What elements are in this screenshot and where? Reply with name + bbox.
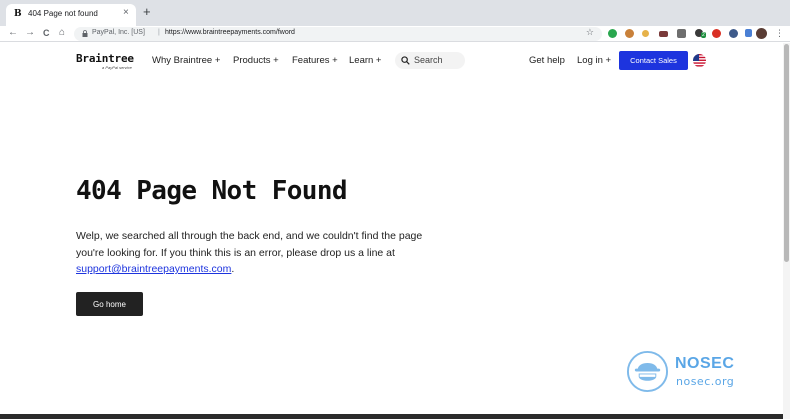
- nav-why-braintree[interactable]: Why Braintree +: [152, 55, 220, 66]
- search-icon: [401, 56, 410, 65]
- watermark-title: NOSEC: [675, 355, 735, 372]
- logo-subtitle: a PayPal service: [102, 65, 132, 70]
- sentence-end: .: [231, 263, 235, 275]
- browser-tab[interactable]: B 404 Page not found ×: [6, 4, 136, 26]
- error-message: Welp, we searched all through the back e…: [76, 228, 456, 278]
- block-extension-icon[interactable]: [712, 29, 721, 38]
- log-in-link[interactable]: Log in +: [577, 55, 611, 66]
- bookmark-star-icon[interactable]: ☆: [586, 27, 594, 38]
- forward-arrow-icon[interactable]: →: [25, 27, 35, 39]
- site-identity: PayPal, Inc. [US]: [92, 29, 145, 36]
- home-icon[interactable]: ⌂: [59, 27, 65, 39]
- honey-extension-icon[interactable]: [642, 30, 649, 37]
- url-separator: |: [158, 29, 160, 36]
- nav-learn[interactable]: Learn +: [349, 55, 382, 66]
- message-line: Welp, we searched all through the back e…: [76, 230, 423, 242]
- nosec-logo-icon: [626, 350, 669, 393]
- url-text[interactable]: https://www.braintreepayments.com/fword: [165, 29, 295, 36]
- close-tab-icon[interactable]: ×: [123, 7, 129, 18]
- profile-avatar[interactable]: [756, 28, 767, 39]
- browser-toolbar: ← → C ⌂ PayPal, Inc. [US] | https://www.…: [0, 26, 790, 42]
- tab-title: 404 Page not found: [28, 9, 98, 18]
- braintree-favicon-icon: B: [14, 9, 22, 19]
- sync-extension-icon[interactable]: [729, 29, 738, 38]
- nav-features[interactable]: Features +: [292, 55, 338, 66]
- back-arrow-icon[interactable]: ←: [8, 27, 18, 39]
- message-line: you're looking for. If you think this is…: [76, 246, 395, 259]
- tab-strip: B 404 Page not found × +: [0, 0, 790, 26]
- bottom-divider: [0, 414, 783, 419]
- logo-wordmark: Braintree: [76, 52, 134, 65]
- go-home-button[interactable]: Go home: [76, 292, 143, 316]
- get-help-link[interactable]: Get help: [529, 55, 565, 66]
- contact-sales-button[interactable]: Contact Sales: [619, 51, 688, 70]
- site-header: Braintree a PayPal service Why Braintree…: [0, 42, 790, 80]
- braintree-logo[interactable]: Braintree a PayPal service: [76, 52, 134, 70]
- message-line-3: support@braintreepayments.com.: [76, 261, 456, 278]
- search-label: Search: [414, 55, 443, 65]
- robot-extension-icon[interactable]: [677, 29, 686, 38]
- grammarly-extension-icon[interactable]: [608, 29, 617, 38]
- box-extension-icon[interactable]: [745, 29, 752, 37]
- search-box[interactable]: Search: [395, 52, 465, 69]
- watermark-url: nosec.org: [676, 375, 735, 388]
- lock-icon: [82, 30, 88, 37]
- support-email-link[interactable]: support@braintreepayments.com: [76, 263, 231, 275]
- extension-badge: 2: [701, 32, 706, 38]
- browser-menu-icon[interactable]: ⋮: [775, 27, 784, 39]
- new-tab-button[interactable]: +: [143, 5, 151, 19]
- reload-icon[interactable]: C: [43, 27, 50, 39]
- address-bar[interactable]: PayPal, Inc. [US] | https://www.braintre…: [74, 27, 602, 41]
- nav-products[interactable]: Products +: [233, 55, 279, 66]
- scrollbar-thumb[interactable]: [784, 44, 789, 262]
- page-title: 404 Page Not Found: [76, 176, 348, 206]
- cookie-extension-icon[interactable]: [625, 29, 634, 38]
- us-flag-icon[interactable]: [693, 54, 706, 67]
- glasses-extension-icon[interactable]: [659, 31, 668, 37]
